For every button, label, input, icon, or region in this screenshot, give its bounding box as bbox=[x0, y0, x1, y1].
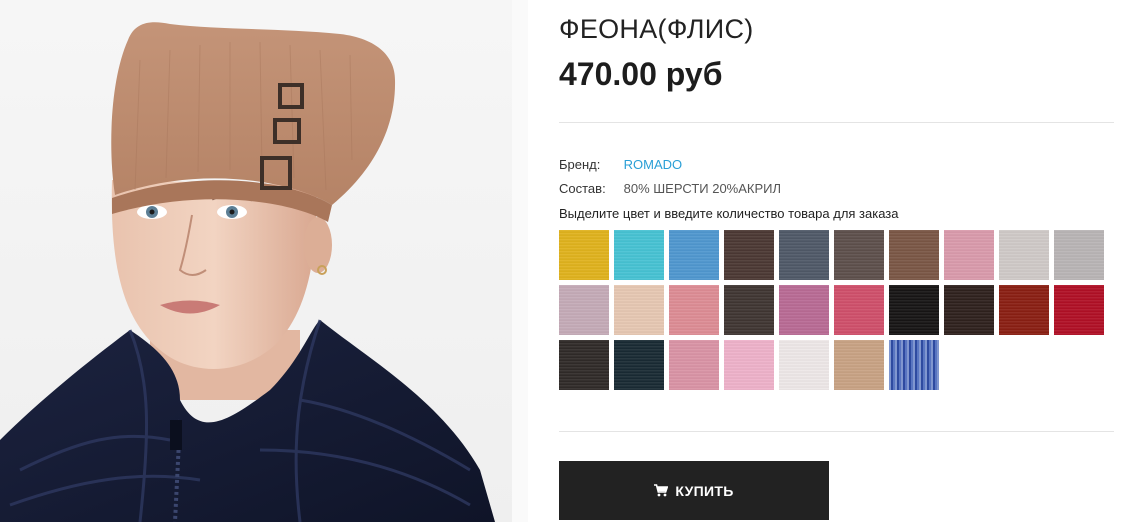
color-swatch-grid bbox=[559, 230, 1109, 390]
color-swatch[interactable] bbox=[944, 230, 994, 280]
product-photo[interactable] bbox=[0, 0, 512, 522]
color-swatch[interactable] bbox=[669, 230, 719, 280]
color-swatch[interactable] bbox=[779, 230, 829, 280]
product-price: 470.00 руб bbox=[559, 56, 723, 92]
color-instruction: Выделите цвет и введите количество товар… bbox=[559, 206, 899, 221]
color-swatch[interactable] bbox=[834, 285, 884, 335]
color-swatch[interactable] bbox=[724, 285, 774, 335]
buy-button[interactable]: КУПИТЬ bbox=[559, 461, 829, 520]
color-swatch[interactable] bbox=[614, 285, 664, 335]
divider-top bbox=[559, 122, 1114, 123]
color-swatch[interactable] bbox=[1054, 285, 1104, 335]
photo-edge bbox=[512, 0, 528, 522]
composition-value: 80% ШЕРСТИ 20%АКРИЛ bbox=[623, 181, 782, 196]
color-swatch[interactable] bbox=[889, 285, 939, 335]
color-swatch[interactable] bbox=[834, 230, 884, 280]
color-swatch[interactable] bbox=[614, 340, 664, 390]
composition-row: Состав: 80% ШЕРСТИ 20%АКРИЛ bbox=[559, 181, 781, 196]
color-swatch[interactable] bbox=[999, 230, 1049, 280]
color-swatch[interactable] bbox=[724, 230, 774, 280]
color-swatch[interactable] bbox=[559, 285, 609, 335]
color-swatch[interactable] bbox=[669, 340, 719, 390]
color-swatch[interactable] bbox=[889, 230, 939, 280]
color-swatch[interactable] bbox=[724, 340, 774, 390]
color-swatch[interactable] bbox=[889, 340, 939, 390]
buy-button-label: КУПИТЬ bbox=[675, 482, 734, 499]
color-swatch[interactable] bbox=[559, 230, 609, 280]
brand-label: Бренд: bbox=[559, 157, 601, 172]
color-swatch[interactable] bbox=[614, 230, 664, 280]
color-swatch[interactable] bbox=[1054, 230, 1104, 280]
color-swatch[interactable] bbox=[669, 285, 719, 335]
color-swatch[interactable] bbox=[559, 340, 609, 390]
color-swatch[interactable] bbox=[999, 285, 1049, 335]
color-swatch[interactable] bbox=[944, 285, 994, 335]
color-swatch[interactable] bbox=[834, 340, 884, 390]
color-swatch[interactable] bbox=[779, 340, 829, 390]
brand-row: Бренд: ROMADO bbox=[559, 157, 682, 172]
composition-label: Состав: bbox=[559, 181, 606, 196]
color-swatch[interactable] bbox=[779, 285, 829, 335]
brand-link[interactable]: ROMADO bbox=[624, 157, 683, 172]
divider-bottom bbox=[559, 431, 1114, 432]
cart-icon bbox=[654, 484, 669, 497]
product-title: ФЕОНА(ФЛИС) bbox=[559, 14, 754, 44]
